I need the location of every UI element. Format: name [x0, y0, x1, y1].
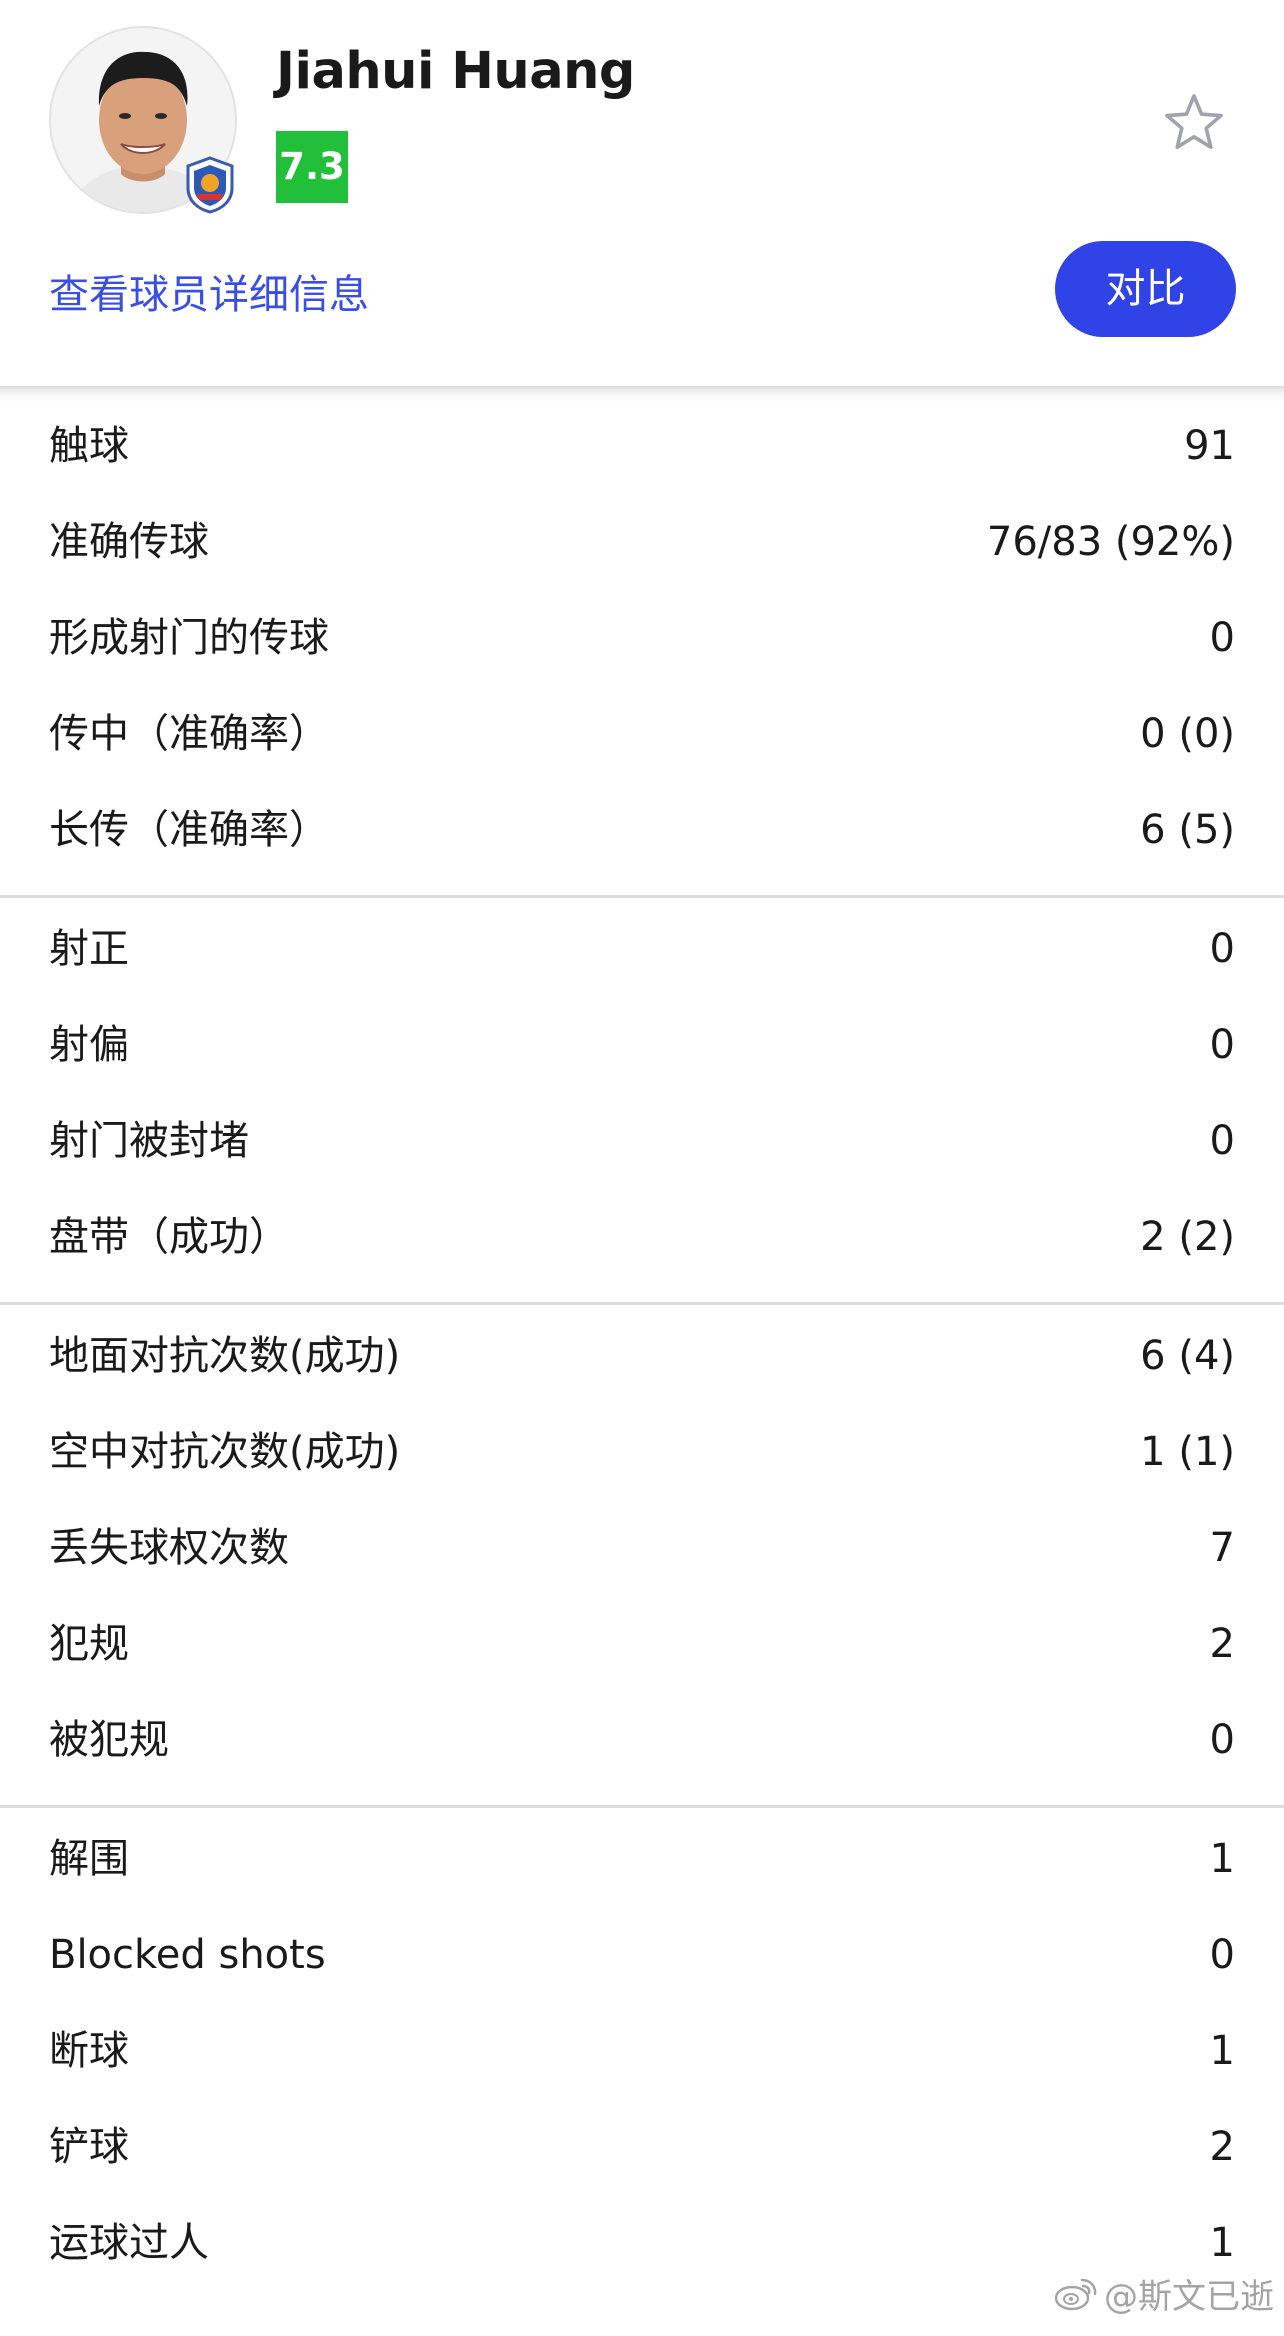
stat-value: 0 — [1209, 1118, 1235, 1164]
stat-label: 射偏 — [49, 1022, 129, 1068]
stats-list: 触球 91 准确传球 76/83 (92%) 形成射门的传球 0 传中（准确率） 0 (0) 长… — [0, 398, 1284, 2311]
stat-label: 准确传球 — [49, 519, 209, 565]
stat-label: 传中（准确率） — [49, 711, 329, 757]
stat-value: 1 — [1209, 2028, 1235, 2074]
stat-label: 地面对抗次数(成功) — [49, 1333, 401, 1379]
stat-value: 0 — [1209, 1022, 1235, 1068]
watermark: @斯文已逝 — [1054, 2269, 1274, 2318]
stat-row: 地面对抗次数(成功) 6 (4) — [0, 1308, 1284, 1404]
stat-group: 地面对抗次数(成功) 6 (4) 空中对抗次数(成功) 1 (1) 丢失球权次数 7 犯规 2… — [0, 1308, 1284, 1808]
stat-label: 犯规 — [49, 1621, 129, 1667]
stat-value: 0 — [1209, 1717, 1235, 1763]
team-badge-icon — [186, 156, 234, 214]
stat-label: 运球过人 — [49, 2220, 209, 2266]
stat-label: 长传（准确率） — [49, 807, 329, 853]
stat-row: 传中（准确率） 0 (0) — [0, 686, 1284, 782]
stat-row: 被犯规 0 — [0, 1692, 1284, 1788]
stat-label: 触球 — [49, 423, 129, 469]
player-header: Jiahui Huang 7.3 查看球员详细信息 对比 — [0, 0, 1284, 386]
stat-row: 丢失球权次数 7 — [0, 1500, 1284, 1596]
player-name: Jiahui Huang — [276, 42, 635, 101]
stat-group: 射正 0 射偏 0 射门被封堵 0 盘带（成功） 2 (2) — [0, 901, 1284, 1305]
stat-label: 空中对抗次数(成功) — [49, 1429, 401, 1475]
stat-row: 长传（准确率） 6 (5) — [0, 782, 1284, 878]
stat-value: 0 (0) — [1140, 711, 1235, 757]
stat-group: 触球 91 准确传球 76/83 (92%) 形成射门的传球 0 传中（准确率） 0 (0) 长… — [0, 398, 1284, 898]
stat-row: 盘带（成功） 2 (2) — [0, 1189, 1284, 1285]
stat-value: 0 — [1209, 926, 1235, 972]
stat-value: 2 — [1209, 1621, 1235, 1667]
stat-row: 解围 1 — [0, 1811, 1284, 1907]
stat-value: 1 (1) — [1140, 1429, 1235, 1475]
stat-label: 射门被封堵 — [49, 1118, 249, 1164]
stat-row: 射偏 0 — [0, 997, 1284, 1093]
stat-value: 0 — [1209, 615, 1235, 661]
stat-label: Blocked shots — [49, 1932, 326, 1978]
stat-value: 0 — [1209, 1932, 1235, 1978]
stat-label: 射正 — [49, 926, 129, 972]
stat-value: 2 — [1209, 2124, 1235, 2170]
stat-label: 丢失球权次数 — [49, 1525, 289, 1571]
stat-value: 7 — [1209, 1525, 1235, 1571]
stat-value: 6 (4) — [1140, 1333, 1235, 1379]
stat-value: 2 (2) — [1140, 1214, 1235, 1260]
rating-badge: 7.3 — [276, 131, 348, 203]
stat-row: 断球 1 — [0, 2003, 1284, 2099]
stat-row: 空中对抗次数(成功) 1 (1) — [0, 1404, 1284, 1500]
stat-row: 准确传球 76/83 (92%) — [0, 494, 1284, 590]
stat-value: 91 — [1184, 423, 1235, 469]
stat-value: 76/83 (92%) — [986, 519, 1235, 565]
stat-label: 解围 — [49, 1836, 129, 1882]
player-details-link[interactable]: 查看球员详细信息 — [49, 262, 369, 320]
stat-row: 射门被封堵 0 — [0, 1093, 1284, 1189]
stat-value: 6 (5) — [1140, 807, 1235, 853]
stat-label: 形成射门的传球 — [49, 615, 329, 661]
stat-row: Blocked shots 0 — [0, 1907, 1284, 2003]
compare-button[interactable]: 对比 — [1055, 241, 1236, 337]
stat-row: 触球 91 — [0, 398, 1284, 494]
stat-label: 被犯规 — [49, 1717, 169, 1763]
stat-row: 犯规 2 — [0, 1596, 1284, 1692]
weibo-icon — [1054, 2278, 1097, 2310]
stat-group: 解围 1 Blocked shots 0 断球 1 铲球 2 运球过人 1 — [0, 1811, 1284, 2308]
stat-label: 断球 — [49, 2028, 129, 2074]
stat-label: 铲球 — [49, 2124, 129, 2170]
star-outline-icon[interactable] — [1162, 90, 1226, 154]
stat-row: 形成射门的传球 0 — [0, 590, 1284, 686]
stat-value: 1 — [1209, 1836, 1235, 1882]
watermark-text: @斯文已逝 — [1104, 2277, 1274, 2317]
stat-row: 射正 0 — [0, 901, 1284, 997]
stat-row: 铲球 2 — [0, 2099, 1284, 2195]
stat-label: 盘带（成功） — [49, 1214, 289, 1260]
